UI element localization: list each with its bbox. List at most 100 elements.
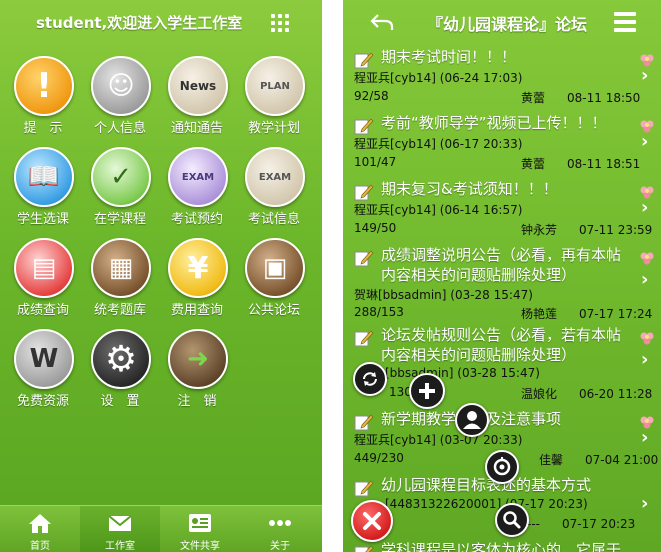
post-pen-icon xyxy=(354,52,374,69)
flower-badge-icon xyxy=(640,332,654,345)
divider xyxy=(322,0,343,552)
news-board-icon: News xyxy=(168,56,228,116)
chevron-right-icon: › xyxy=(641,65,649,86)
post-title: 论坛发帖规则公告（必看，若有本帖内容相关的问题贴删除处理） xyxy=(381,326,622,364)
target-button[interactable] xyxy=(485,450,519,484)
post-author: [bbsadmin] (03-28 15:47) xyxy=(385,366,540,380)
post-counts: 288/153 xyxy=(354,305,404,319)
list-item[interactable]: 学科课程是以客体为核心的，它属于 xyxy=(349,540,661,552)
user-icon xyxy=(463,411,481,429)
post-pen-icon xyxy=(354,545,374,552)
menu-item-exam-booking[interactable]: EXAM 考试预约 xyxy=(158,135,236,227)
page-title: student,欢迎进入学生工作室 xyxy=(36,14,243,32)
exam-search-icon: EXAM xyxy=(245,147,305,207)
tab-home[interactable]: 首页 xyxy=(0,506,80,552)
menu-item-teaching-plan[interactable]: PLAN 教学计划 xyxy=(235,44,313,136)
search-icon xyxy=(503,511,521,529)
post-pen-icon xyxy=(354,118,374,135)
menu-item-public-forum[interactable]: ▣ 公共论坛 xyxy=(235,226,313,318)
chevron-right-icon: › xyxy=(641,269,649,290)
last-reply-time: 07-17 17:24 xyxy=(579,307,653,321)
question-bank-icon: ▦ xyxy=(91,238,151,298)
menu-item-notices[interactable]: News 通知通告 xyxy=(158,44,236,136)
last-reply-time: 07-11 23:59 xyxy=(579,223,653,237)
tab-label: 工作室 xyxy=(105,541,135,552)
post-author: 程亚兵[cyb14] (03-07 20:33) xyxy=(354,433,523,447)
menu-item-course-selection[interactable]: 📖 学生选课 xyxy=(4,135,82,227)
wikipedia-globe-icon: W xyxy=(14,329,74,389)
chevron-right-icon: › xyxy=(641,427,649,448)
post-author: 程亚兵[cyb14] (06-14 16:57) xyxy=(354,203,523,217)
list-menu-icon[interactable] xyxy=(614,12,636,32)
post-author: [44831322620001] (07-17 20:23) xyxy=(385,497,588,511)
list-item[interactable]: 考前“教师导学”视频已上传！！！ 程亚兵[cyb14] (06-17 20:33… xyxy=(349,113,661,171)
menu-item-label: 公共论坛 xyxy=(247,303,300,318)
nav-bar: student,欢迎进入学生工作室 xyxy=(0,0,322,44)
menu-item-free-resources[interactable]: W 免费资源 xyxy=(4,317,82,409)
menu-item-label: 通知通告 xyxy=(170,121,223,136)
more-dots-icon xyxy=(269,520,291,526)
grade-report-icon: ▤ xyxy=(14,238,74,298)
tab-file-sharing[interactable]: 文件共享 xyxy=(160,506,240,552)
last-reply-time: 07-17 20:23 xyxy=(562,517,636,531)
menu-item-label: 考试信息 xyxy=(247,212,300,227)
post-title: 学科课程是以客体为核心的，它属于 xyxy=(381,541,622,552)
logout-door-icon: ➜ xyxy=(168,329,228,389)
last-reply-time: 06-20 11:28 xyxy=(579,387,653,401)
post-pen-icon xyxy=(354,330,374,347)
settings-gear-icon: ⚙ xyxy=(91,329,151,389)
menu-item-grade-query[interactable]: ▤ 成绩查询 xyxy=(4,226,82,318)
menu-item-label: 教学计划 xyxy=(247,121,300,136)
plan-notebook-icon: PLAN xyxy=(245,56,305,116)
mail-icon xyxy=(108,515,132,531)
post-pen-icon xyxy=(354,414,374,431)
back-arrow-icon[interactable] xyxy=(369,12,395,32)
post-author: 贺琳[bbsadmin] (03-28 15:47) xyxy=(354,288,533,302)
post-author: 程亚兵[cyb14] (06-17 20:33) xyxy=(354,137,523,151)
list-item[interactable]: 期末考试时间！！！ 程亚兵[cyb14] (06-24 17:03) 92/58… xyxy=(349,47,661,105)
menu-item-personal-info[interactable]: ☺ 个人信息 xyxy=(81,44,159,136)
tab-about[interactable]: 关于 xyxy=(240,506,320,552)
home-icon xyxy=(29,514,51,533)
add-button[interactable] xyxy=(409,373,445,409)
last-reply-user: 佳馨 xyxy=(539,453,564,467)
list-item[interactable]: 成绩调整说明公告（必看，再有本帖内容相关的问题贴删除处理） 贺琳[bbsadmi… xyxy=(349,245,661,321)
last-reply-time: 07-04 21:00 xyxy=(585,453,659,467)
page-title: 『幼儿园课程论』论坛 xyxy=(427,15,588,34)
exclamation-icon: ! xyxy=(14,56,74,116)
close-icon xyxy=(363,512,381,530)
menu-item-fee-query[interactable]: ¥ 费用查询 xyxy=(158,226,236,318)
menu-item-settings[interactable]: ⚙ 设 置 xyxy=(81,317,159,409)
add-icon xyxy=(419,383,435,399)
chevron-right-icon: › xyxy=(641,197,649,218)
list-item[interactable]: 论坛发帖规则公告（必看，若有本帖内容相关的问题贴删除处理） [bbsadmin]… xyxy=(349,325,661,401)
menu-item-current-courses[interactable]: ✓ 在学课程 xyxy=(81,135,159,227)
user-button[interactable] xyxy=(455,403,489,437)
chevron-right-icon: › xyxy=(641,131,649,152)
menu-item-label: 成绩查询 xyxy=(16,303,69,318)
menu-item-exam-info[interactable]: EXAM 考试信息 xyxy=(235,135,313,227)
grid-menu-icon[interactable] xyxy=(271,14,289,32)
forum-screen: 『幼儿园课程论』论坛 期末考试时间！！！ 程亚兵[cyb14] (06-24 1… xyxy=(343,0,661,552)
post-counts: 92/58 xyxy=(354,89,389,103)
menu-item-label: 费用查询 xyxy=(170,303,223,318)
close-button[interactable] xyxy=(351,500,393,542)
menu-item-logout[interactable]: ➜ 注 销 xyxy=(158,317,236,409)
list-item[interactable]: 期末复习&考试须知！！！ 程亚兵[cyb14] (06-14 16:57) 14… xyxy=(349,179,661,237)
menu-item-question-bank[interactable]: ▦ 统考题库 xyxy=(81,226,159,318)
post-author: 程亚兵[cyb14] (06-24 17:03) xyxy=(354,71,523,85)
menu-item-tips[interactable]: ! 提 示 xyxy=(4,44,82,136)
refresh-button[interactable] xyxy=(353,362,387,396)
post-title: 新学期教学 及注意事项 xyxy=(381,410,562,428)
refresh-icon xyxy=(363,372,377,386)
bottom-tab-bar: 首页 工作室 文件共享 关于 xyxy=(0,505,322,552)
tab-workroom[interactable]: 工作室 xyxy=(80,506,160,552)
post-pen-icon xyxy=(354,184,374,201)
last-reply-user: 温娘化 xyxy=(521,387,558,401)
search-button[interactable] xyxy=(495,503,529,537)
last-reply-user: 钟永芳 xyxy=(521,223,558,237)
menu-item-label: 考试预约 xyxy=(170,212,223,227)
post-title: 期末复习&考试须知！！！ xyxy=(381,180,558,198)
flower-badge-icon xyxy=(640,252,654,265)
post-title: 期末考试时间！！！ xyxy=(381,48,517,66)
